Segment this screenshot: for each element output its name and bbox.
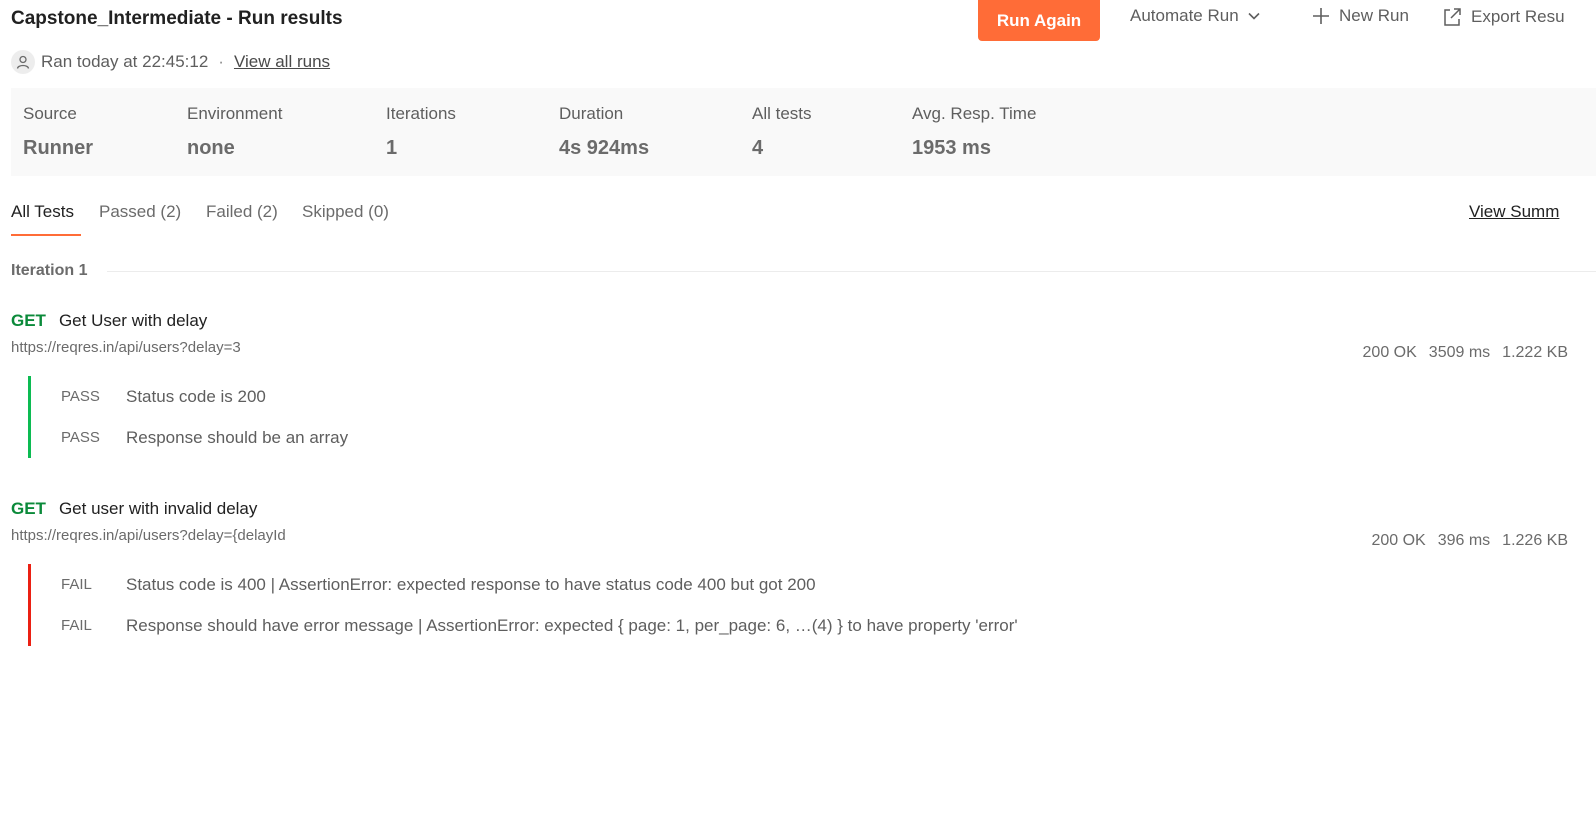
- stat-value: Runner: [23, 137, 93, 159]
- test-name: Status code is 200: [126, 386, 266, 406]
- test-name: Status code is 400 | AssertionError: exp…: [126, 574, 816, 594]
- export-results-button[interactable]: Export Resu: [1441, 6, 1565, 28]
- new-run-button[interactable]: New Run: [1311, 6, 1409, 26]
- plus-icon: [1313, 8, 1329, 24]
- stat-label: All tests: [752, 104, 812, 123]
- test-status-pass: PASS: [61, 388, 100, 405]
- stat-environment: Environment none: [187, 104, 282, 160]
- stat-value: 1: [386, 137, 398, 159]
- test-name: Response should have error message | Ass…: [126, 615, 1018, 635]
- response-metrics: 200 OK 396 ms 1.226 KB: [1371, 532, 1568, 550]
- stat-duration: Duration 4s 924ms: [559, 104, 649, 160]
- tab-all-tests[interactable]: All Tests: [11, 202, 74, 222]
- request-method: GET: [11, 499, 46, 518]
- response-status: 200 OK: [1371, 532, 1426, 549]
- tab-failed[interactable]: Failed (2): [206, 202, 278, 222]
- stat-value: 4s 924ms: [559, 137, 650, 159]
- response-status: 200 OK: [1362, 344, 1417, 361]
- separator-dot: ·: [218, 52, 224, 71]
- stat-iterations: Iterations 1: [386, 104, 456, 160]
- view-summary-link[interactable]: View Summ: [1469, 202, 1559, 222]
- page-title: Capstone_Intermediate - Run results: [11, 8, 343, 29]
- response-size: 1.222 KB: [1502, 344, 1568, 361]
- export-results-label: Export Resu: [1471, 7, 1565, 26]
- stat-label: Iterations: [386, 104, 456, 123]
- test-results: FAIL Status code is 400 | AssertionError…: [28, 564, 1018, 646]
- request-item[interactable]: GET Get User with delay https://reqres.i…: [11, 311, 1596, 458]
- stat-label: Source: [23, 104, 77, 123]
- ran-at-text: Ran today at 22:45:12: [41, 52, 209, 71]
- iteration-divider: [107, 271, 1596, 272]
- test-name: Response should be an array: [126, 427, 349, 447]
- iteration-label: Iteration 1: [11, 262, 88, 279]
- automate-run-button[interactable]: Automate Run: [1130, 6, 1261, 26]
- chevron-down-icon: [1248, 12, 1260, 20]
- stat-all-tests: All tests 4: [752, 104, 812, 160]
- request-item[interactable]: GET Get user with invalid delay https://…: [11, 499, 1596, 646]
- stat-avg-resp-time: Avg. Resp. Time 1953 ms: [912, 104, 1036, 160]
- stat-label: Environment: [187, 104, 283, 123]
- stat-source: Source Runner: [23, 104, 93, 160]
- automate-run-label: Automate Run: [1130, 6, 1239, 25]
- active-tab-indicator: [11, 234, 81, 236]
- request-method: GET: [11, 311, 46, 330]
- request-name[interactable]: Get user with invalid delay: [59, 499, 257, 519]
- run-again-button[interactable]: Run Again: [978, 0, 1100, 41]
- response-metrics: 200 OK 3509 ms 1.222 KB: [1363, 344, 1568, 362]
- request-name[interactable]: Get User with delay: [59, 311, 207, 331]
- run-meta: Ran today at 22:45:12 · View all runs: [11, 50, 330, 74]
- test-status-fail: FAIL: [61, 617, 92, 634]
- user-icon: [11, 50, 35, 74]
- stat-value: 4: [752, 137, 764, 159]
- test-status-pass: PASS: [61, 429, 100, 446]
- export-icon: [1444, 8, 1461, 26]
- test-results: PASS Status code is 200 PASS Response sh…: [28, 376, 348, 458]
- response-size: 1.226 KB: [1502, 532, 1568, 549]
- response-time: 396 ms: [1437, 532, 1491, 549]
- request-url: https://reqres.in/api/users?delay=3: [11, 339, 241, 356]
- new-run-label: New Run: [1339, 6, 1409, 25]
- stat-value: 1953 ms: [912, 137, 991, 159]
- view-all-runs-link[interactable]: View all runs: [234, 52, 330, 72]
- stat-label: Duration: [559, 104, 624, 123]
- stat-label: Avg. Resp. Time: [912, 104, 1037, 123]
- tab-passed[interactable]: Passed (2): [99, 202, 181, 222]
- response-time: 3509 ms: [1428, 344, 1491, 361]
- request-url: https://reqres.in/api/users?delay={delay…: [11, 527, 286, 544]
- test-status-fail: FAIL: [61, 576, 92, 593]
- run-summary-panel: Source Runner Environment none Iteration…: [11, 88, 1596, 176]
- stat-value: none: [187, 137, 235, 159]
- tab-skipped[interactable]: Skipped (0): [302, 202, 389, 222]
